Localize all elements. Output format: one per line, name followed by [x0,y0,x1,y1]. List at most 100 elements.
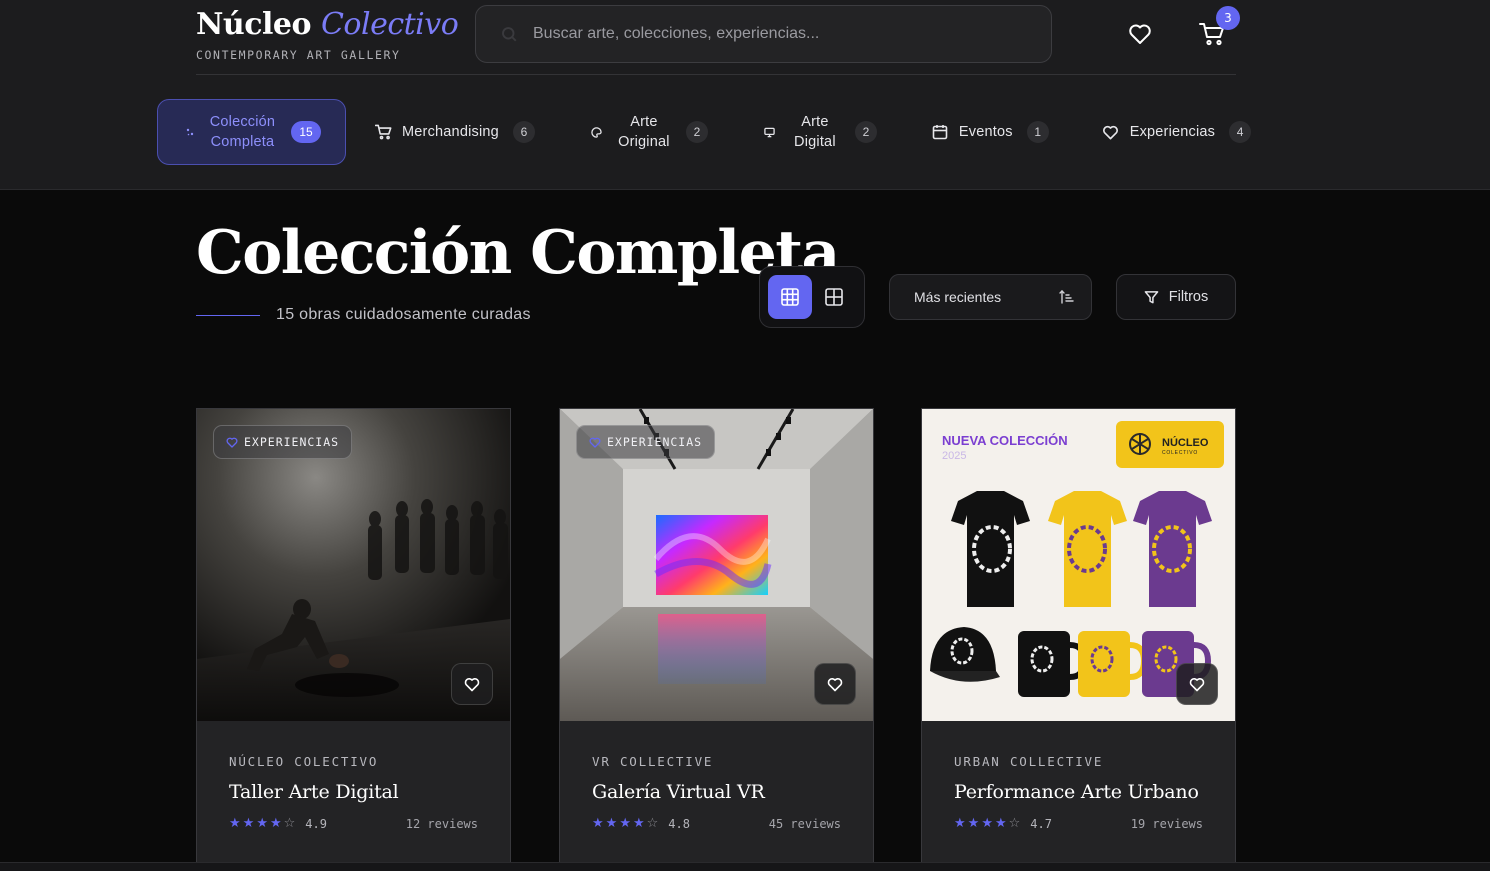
sparkle-icon [182,123,198,141]
star-filled-icon: ★ [619,816,631,831]
brand-tagline: CONTEMPORARY ART GALLERY [196,48,401,62]
brand-name-main: Núcleo [196,7,312,42]
site-header: Núcleo Colectivo CONTEMPORARY ART GALLER… [0,0,1490,190]
tab-coleccion-completa[interactable]: Colección Completa 15 [157,99,346,165]
favorite-button[interactable] [814,663,856,705]
bottom-strip [0,862,1490,871]
tab-label: Experiencias [1129,124,1216,140]
tab-eventos[interactable]: Eventos 1 [915,99,1065,165]
tab-label: Arte Original [618,114,670,150]
grid-3-view-button[interactable] [768,275,812,319]
star-filled-icon: ★ [605,816,618,831]
page-title: Colección Completa [196,218,840,288]
card-body: NÚCLEO COLECTIVO Taller Arte Digital ★ ★… [197,721,510,831]
heart-icon [226,437,238,448]
rating-value: 4.8 [668,817,690,831]
sort-select[interactable]: Más recientes [889,274,1092,320]
star-empty-icon: ☆ [283,816,296,831]
tab-count-badge: 2 [854,121,877,143]
view-toggle [759,266,865,328]
tab-arte-original[interactable]: Arte Original 2 [572,99,724,165]
category-badge: EXPERIENCIAS [213,425,353,459]
tab-count-badge: 15 [291,121,321,143]
tab-experiencias[interactable]: Experiencias 4 [1086,99,1267,165]
search-input[interactable] [533,25,1051,43]
favorite-button[interactable] [1176,663,1218,705]
logo-subtext: COLECTIVO [1162,450,1198,456]
tab-label: Merchandising [402,124,499,140]
brand-name-accent: Colectivo [320,7,459,42]
star-rating: ★ ★ ★ ★ ☆ 4.9 [229,816,327,832]
favorite-button[interactable] [451,663,493,705]
tab-label: Arte Digital [794,114,836,150]
tab-arte-digital[interactable]: Arte Digital 2 [745,99,893,165]
star-rating: ★ ★ ★ ★ ☆ 4.8 [592,816,690,832]
card-image: NUEVA COLECCIÓN 2025 NÚCLEO COLECTIVO [922,409,1235,721]
card-title[interactable]: Performance Arte Urbano [954,781,1203,803]
card-image: EXPERIENCIAS [197,409,510,721]
tab-label: Colección Completa [209,114,276,150]
product-card[interactable]: NUEVA COLECCIÓN 2025 NÚCLEO COLECTIVO UR… [921,408,1236,871]
wishlist-button[interactable] [1126,20,1154,48]
brand-name: Núcleo Colectivo [196,6,459,44]
heart-icon [464,677,480,691]
star-filled-icon: ★ [954,816,966,831]
card-artist: URBAN COLLECTIVE [954,754,1104,769]
tab-count-badge: 6 [512,121,535,143]
star-filled-icon: ★ [242,816,255,831]
card-body: URBAN COLLECTIVE Performance Arte Urbano… [922,721,1235,831]
brand-logo[interactable]: Núcleo Colectivo CONTEMPORARY ART GALLER… [196,6,459,62]
collection-year: 2025 [942,450,966,462]
tab-count-badge: 4 [1229,121,1252,143]
logo-text: NÚCLEO [1162,436,1209,449]
star-filled-icon: ★ [592,816,604,831]
category-badge: EXPERIENCIAS [576,425,716,459]
grid-3-icon [781,288,799,306]
card-title[interactable]: Taller Arte Digital [229,781,478,803]
tab-count-badge: 1 [1026,121,1049,143]
card-artist: VR COLLECTIVE [592,754,714,769]
product-card[interactable]: EXPERIENCIAS NÚCLEO COLECTIVO Taller Art… [196,408,511,871]
card-title[interactable]: Galería Virtual VR [592,781,841,803]
rating-value: 4.9 [305,817,327,831]
star-filled-icon: ★ [229,816,241,831]
card-image: EXPERIENCIAS [560,409,873,721]
heart-icon [1189,677,1205,691]
product-card[interactable]: EXPERIENCIAS VR COLLECTIVE Galería Virtu… [559,408,874,871]
card-meta: ★ ★ ★ ★ ☆ 4.9 12 reviews [229,816,478,832]
review-count: 12 reviews [405,817,478,831]
collection-label: NUEVA COLECCIÓN [942,433,1068,448]
category-tabs: Colección Completa 15 Merchandising 6 Ar… [157,99,1267,165]
grid-2-view-button[interactable] [812,275,856,319]
filters-label: Filtros [1168,289,1209,305]
card-meta: ★ ★ ★ ★ ☆ 4.7 19 reviews [954,816,1203,832]
tab-merchandising[interactable]: Merchandising 6 [358,99,551,165]
card-artist: NÚCLEO COLECTIVO [229,754,379,769]
star-filled-icon: ★ [256,816,268,831]
card-meta: ★ ★ ★ ★ ☆ 4.8 45 reviews [592,816,841,832]
star-filled-icon: ★ [269,816,282,831]
review-count: 19 reviews [1130,817,1203,831]
review-count: 45 reviews [768,817,841,831]
heart-icon [1102,123,1120,141]
heart-icon [1129,24,1151,44]
tab-count-badge: 2 [685,121,708,143]
star-filled-icon: ★ [967,816,980,831]
page-subtitle: 15 obras cuidadosamente curadas [276,306,531,323]
heart-icon [827,677,843,691]
star-rating: ★ ★ ★ ★ ☆ 4.7 [954,816,1052,832]
cart-count-badge: 3 [1216,6,1240,30]
tab-label: Eventos [958,124,1013,140]
star-filled-icon: ★ [632,816,645,831]
header-divider [196,74,1236,75]
search-icon [499,24,519,44]
sort-label: Más recientes [914,289,1002,305]
star-filled-icon: ★ [994,816,1007,831]
grid-2-icon [825,288,843,306]
badge-label: EXPERIENCIAS [244,435,340,449]
card-body: VR COLLECTIVE Galería Virtual VR ★ ★ ★ ★… [560,721,873,831]
search-bar[interactable] [475,5,1052,63]
filters-button[interactable]: Filtros [1116,274,1236,320]
cart-icon [374,123,392,141]
sort-ascending-icon [1059,290,1074,304]
